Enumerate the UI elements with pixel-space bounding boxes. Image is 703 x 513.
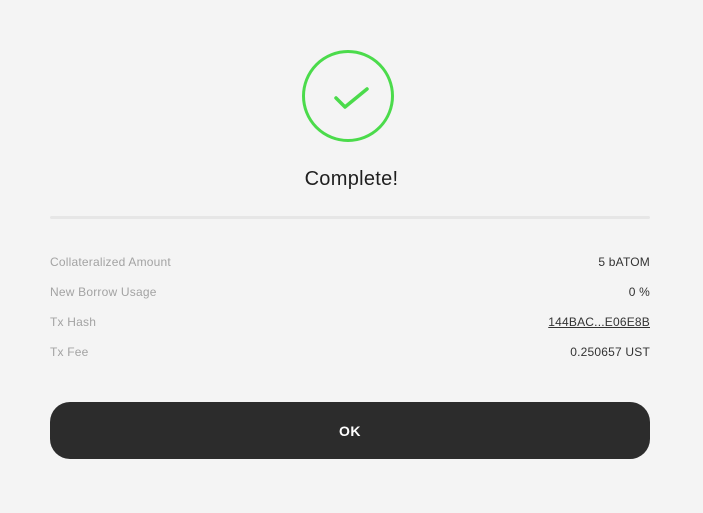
transaction-details: Collateralized Amount 5 bATOM New Borrow… [50, 250, 650, 370]
detail-value: 5 bATOM [598, 255, 650, 269]
detail-row-tx-hash: Tx Hash 144BAC...E06E8B [50, 310, 650, 340]
detail-row-new-borrow-usage: New Borrow Usage 0 % [50, 280, 650, 310]
divider [50, 216, 650, 219]
tx-hash-link[interactable]: 144BAC...E06E8B [548, 310, 650, 334]
detail-value: 0.250657 UST [570, 345, 650, 359]
detail-value: 0 % [628, 285, 650, 299]
detail-label: Tx Fee [50, 345, 89, 359]
transaction-complete-dialog: Complete! Collateralized Amount 5 bATOM … [0, 0, 703, 513]
detail-row-tx-fee: Tx Fee 0.250657 UST [50, 340, 650, 370]
detail-row-collateralized-amount: Collateralized Amount 5 bATOM [50, 250, 650, 280]
dialog-title: Complete! [304, 168, 399, 190]
detail-label: Collateralized Amount [50, 255, 171, 269]
detail-label: New Borrow Usage [50, 285, 157, 299]
checkmark-circle-icon [302, 50, 394, 142]
ok-button[interactable]: OK [50, 402, 650, 459]
detail-label: Tx Hash [50, 315, 97, 329]
